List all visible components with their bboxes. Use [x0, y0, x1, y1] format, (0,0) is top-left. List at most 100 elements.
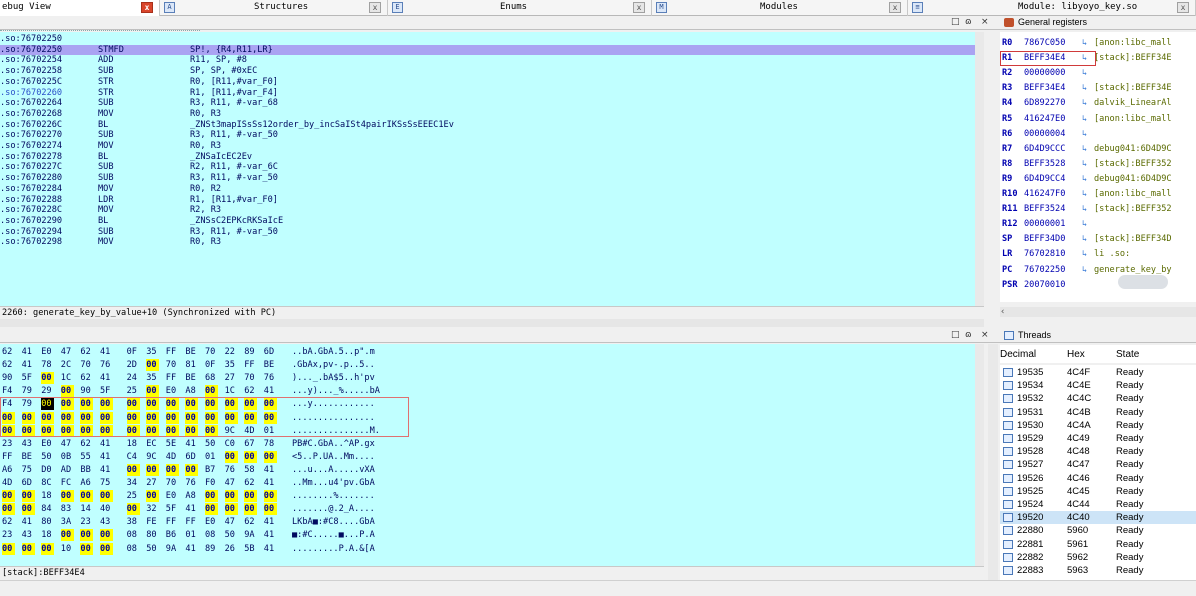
hex-byte[interactable]: FE — [146, 516, 159, 528]
hex-byte[interactable]: AD — [61, 464, 74, 476]
hex-byte[interactable]: 35 — [146, 372, 159, 384]
hex-byte[interactable]: 62 — [80, 438, 93, 450]
hex-byte[interactable]: 08 — [205, 529, 218, 541]
hex-byte[interactable]: 41 — [264, 477, 277, 489]
thread-row[interactable]: 19535 4C4F Ready — [1000, 366, 1196, 379]
hex-byte[interactable]: A6 — [80, 477, 93, 489]
restore-icon[interactable]: □ — [951, 330, 960, 340]
hex-byte[interactable]: 89 — [205, 543, 218, 555]
hex-row[interactable]: FF BE 50 0B 55 41 C4 9C 4D 6D 01 00 00 00 <5..P.UA..Mm… — [0, 450, 975, 463]
hex-byte[interactable]: FF — [185, 516, 198, 528]
hex-byte[interactable]: 75 — [22, 464, 35, 476]
hex-byte[interactable]: 9A — [244, 529, 257, 541]
hex-byte[interactable]: 38 — [127, 516, 140, 528]
hex-row[interactable]: 62 41 E0 47 62 41 0F 35 FF BE 70 22 89 6D ..bA.GbA.5..… — [0, 346, 975, 358]
close-tab-icon[interactable]: x — [141, 2, 153, 13]
hex-byte[interactable]: 50 — [41, 451, 54, 463]
hex-byte[interactable]: 5F — [22, 372, 35, 384]
close-icon[interactable]: × — [981, 330, 989, 340]
hex-byte[interactable]: 5F — [166, 503, 179, 515]
hex-byte[interactable]: 00 — [244, 450, 258, 463]
hex-byte[interactable]: 2D — [127, 359, 140, 371]
hex-byte[interactable]: 50 — [225, 529, 238, 541]
thread-row[interactable]: 22881 5961 Ready — [1000, 538, 1196, 551]
close-tab-icon[interactable]: x — [369, 2, 381, 13]
register-row[interactable]: R11 BEFF3524 ↳ [stack]:BEFF352 — [1000, 202, 1196, 217]
thread-row[interactable]: 19524 4C44 Ready — [1000, 498, 1196, 511]
hex-byte[interactable]: 00 — [146, 463, 160, 476]
thread-row[interactable]: 19527 4C47 Ready — [1000, 458, 1196, 471]
close-tab-icon[interactable]: x — [633, 2, 645, 13]
hex-byte[interactable]: 43 — [100, 516, 113, 528]
hex-byte[interactable]: 5F — [100, 385, 113, 397]
hex-row[interactable]: A6 75 D0 AD BB 41 00 00 00 00 B7 76 58 41 ...u...A....… — [0, 463, 975, 476]
disasm-row[interactable]: .so:76702288 LDR R1, [R11,#var_F0] — [0, 195, 984, 206]
hex-byte[interactable]: 00 — [2, 503, 15, 516]
hex-byte[interactable]: 47 — [225, 477, 238, 489]
hex-byte[interactable]: 41 — [185, 543, 198, 555]
hex-byte[interactable]: 00 — [146, 385, 160, 398]
hex-byte[interactable]: 70 — [205, 346, 218, 358]
hex-byte[interactable]: A8 — [185, 490, 198, 502]
hex-view[interactable]: 62 41 E0 47 62 41 0F 35 FF BE 70 22 89 6D ..bA.GbA.5..… — [0, 344, 984, 566]
disasm-row[interactable]: .so:76702294 SUB R3, R11, #-var_50 — [0, 227, 984, 238]
hex-byte[interactable]: 01 — [185, 529, 198, 541]
hex-byte[interactable]: 00 — [60, 490, 74, 503]
hex-byte[interactable]: 22 — [225, 346, 238, 358]
thread-row[interactable]: 22882 5962 Ready — [1000, 551, 1196, 564]
hex-byte[interactable]: 47 — [61, 438, 74, 450]
hex-byte[interactable]: 41 — [100, 438, 113, 450]
hex-row[interactable]: 00 00 18 00 00 00 25 00 E0 A8 00 00 00 00........%...… — [0, 490, 975, 503]
column-state[interactable]: State — [1116, 349, 1139, 360]
hex-byte[interactable]: 4D — [166, 451, 179, 463]
hex-byte[interactable]: 01 — [205, 451, 218, 463]
restore-icon[interactable]: □ — [951, 17, 960, 27]
hex-byte[interactable]: 43 — [22, 529, 35, 541]
register-row[interactable]: R6 00000004 ↳ — [1000, 127, 1196, 142]
thread-row[interactable]: 19531 4C4B Ready — [1000, 406, 1196, 419]
hex-byte[interactable]: 90 — [80, 385, 93, 397]
hex-byte[interactable]: 41 — [264, 385, 277, 397]
hex-byte[interactable]: 41 — [22, 359, 35, 371]
hex-byte[interactable]: 6D — [264, 346, 277, 358]
hex-byte[interactable]: FF — [166, 372, 179, 384]
hex-byte[interactable]: 27 — [225, 372, 238, 384]
tab-3[interactable]: M Modules x — [652, 0, 908, 16]
threads-list[interactable]: 19535 4C4F Ready 19534 4C4E Ready 19532 4C4C Rea… — [1000, 365, 1196, 580]
hex-byte[interactable]: 00 — [41, 542, 55, 555]
hex-byte[interactable]: 29 — [41, 385, 54, 397]
disasm-hscrollbar[interactable] — [0, 319, 984, 327]
hex-byte[interactable]: 00 — [224, 503, 238, 516]
thread-row[interactable]: 19534 4C4E Ready — [1000, 379, 1196, 392]
hex-byte[interactable]: 41 — [264, 516, 277, 528]
hex-byte[interactable]: 62 — [2, 359, 15, 371]
hex-byte[interactable]: 41 — [100, 451, 113, 463]
hex-byte[interactable]: 0F — [127, 346, 140, 358]
disasm-row[interactable]: .so:76702284 MOV R0, R2 — [0, 184, 984, 195]
hex-byte[interactable]: 70 — [244, 372, 257, 384]
hex-byte[interactable]: E0 — [166, 490, 179, 502]
hex-byte[interactable]: FF — [166, 516, 179, 528]
hex-byte[interactable]: 00 — [205, 503, 218, 516]
hex-byte[interactable]: 00 — [80, 529, 94, 542]
hex-byte[interactable]: FF — [2, 451, 15, 463]
tab-0[interactable]: ebug View x — [0, 0, 160, 16]
hex-row[interactable]: 62 41 80 3A 23 43 38 FE FF FF E0 47 62 41 LKbA■:#C8...… — [0, 516, 975, 528]
hex-byte[interactable]: 62 — [244, 516, 257, 528]
hex-byte[interactable]: 0B — [61, 451, 74, 463]
hex-byte[interactable]: 41 — [22, 516, 35, 528]
hex-byte[interactable]: 41 — [264, 543, 277, 555]
hex-byte[interactable]: 00 — [205, 490, 218, 503]
hex-byte[interactable]: 70 — [80, 359, 93, 371]
hex-byte[interactable]: 35 — [225, 359, 238, 371]
hex-byte[interactable]: BB — [80, 464, 93, 476]
hex-byte[interactable]: 10 — [61, 543, 74, 555]
hex-byte[interactable]: 00 — [263, 490, 277, 503]
hex-byte[interactable]: 00 — [21, 542, 35, 555]
hex-byte[interactable]: 6D — [185, 451, 198, 463]
hex-byte[interactable]: 40 — [100, 503, 113, 515]
register-row[interactable]: R5 416247E0 ↳ [anon:libc_mall — [1000, 112, 1196, 127]
hex-byte[interactable]: 00 — [185, 463, 199, 476]
register-row[interactable]: R4 6D892270 ↳ dalvik_LinearAl — [1000, 96, 1196, 111]
hex-byte[interactable]: 00 — [60, 529, 74, 542]
